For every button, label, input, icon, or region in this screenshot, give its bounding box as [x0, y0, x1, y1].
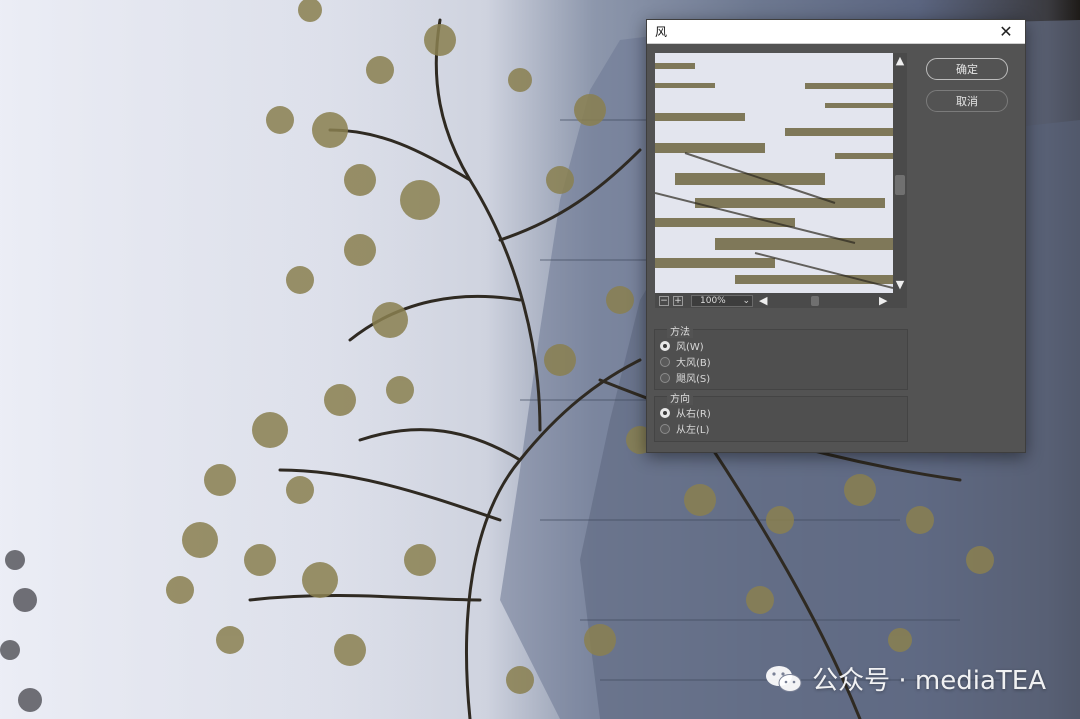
zoom-level-select[interactable]: 100% ⌄: [691, 294, 753, 307]
radio-label: 从右(R): [676, 409, 711, 420]
radio-button[interactable]: [660, 423, 670, 434]
preview-horizontal-scrollbar[interactable]: ◀ ▶: [759, 294, 891, 307]
preview-panel: ▲ ▼ − + 100% ⌄ ◀ ▶: [655, 53, 907, 308]
direction-group-title: 方向: [667, 390, 693, 405]
direction-group: 方向 从右(R) 从左(L): [654, 390, 908, 442]
horizontal-scroll-thumb[interactable]: [811, 295, 819, 306]
ok-button[interactable]: 确定: [926, 58, 1008, 80]
method-group: 方法 风(W) 大风(B) 飓风(S): [654, 323, 908, 390]
preview-image: [655, 53, 893, 293]
cancel-button[interactable]: 取消: [926, 90, 1008, 112]
close-icon[interactable]: ✕: [997, 23, 1015, 41]
scroll-right-icon[interactable]: ▶: [879, 294, 887, 307]
radio-label: 风(W): [676, 342, 704, 353]
preview-vertical-scrollbar[interactable]: ▲ ▼: [893, 53, 907, 293]
zoom-out-button[interactable]: −: [659, 295, 669, 306]
radio-button[interactable]: [660, 407, 670, 418]
filter-preview[interactable]: [655, 53, 893, 293]
radio-label: 从左(L): [676, 425, 710, 436]
wechat-icon: [766, 665, 802, 692]
method-option-stagger[interactable]: 飓风(S): [660, 370, 710, 385]
zoom-level-value: 100%: [700, 295, 726, 306]
method-option-wind[interactable]: 风(W): [660, 338, 704, 353]
zoom-bar: − + 100% ⌄ ◀ ▶: [655, 293, 907, 308]
wind-filter-dialog: 风 ✕ ▲ ▼ − + 100% ⌄ ◀ ▶ 确定 取消 方法 风(W) 大风(…: [646, 19, 1026, 453]
chevron-down-icon: ⌄: [742, 295, 750, 306]
scroll-down-icon[interactable]: ▼: [894, 279, 906, 291]
radio-button[interactable]: [660, 356, 670, 367]
scroll-left-icon[interactable]: ◀: [759, 294, 767, 307]
watermark: 公众号 · mediaTEA: [764, 660, 1046, 697]
radio-label: 大风(B): [676, 358, 711, 369]
zoom-in-button[interactable]: +: [673, 295, 683, 306]
radio-button[interactable]: [660, 340, 670, 351]
scroll-up-icon[interactable]: ▲: [894, 55, 906, 67]
vertical-scroll-thumb[interactable]: [895, 175, 905, 195]
watermark-text: 公众号 · mediaTEA: [812, 666, 1046, 696]
direction-option-from-right[interactable]: 从右(R): [660, 405, 711, 420]
dialog-title: 风: [655, 25, 668, 39]
radio-button[interactable]: [660, 372, 670, 383]
radio-label: 飓风(S): [676, 374, 711, 385]
dialog-titlebar[interactable]: 风 ✕: [647, 20, 1025, 44]
direction-option-from-left[interactable]: 从左(L): [660, 421, 709, 436]
method-option-blast[interactable]: 大风(B): [660, 354, 711, 369]
method-group-title: 方法: [667, 323, 693, 338]
